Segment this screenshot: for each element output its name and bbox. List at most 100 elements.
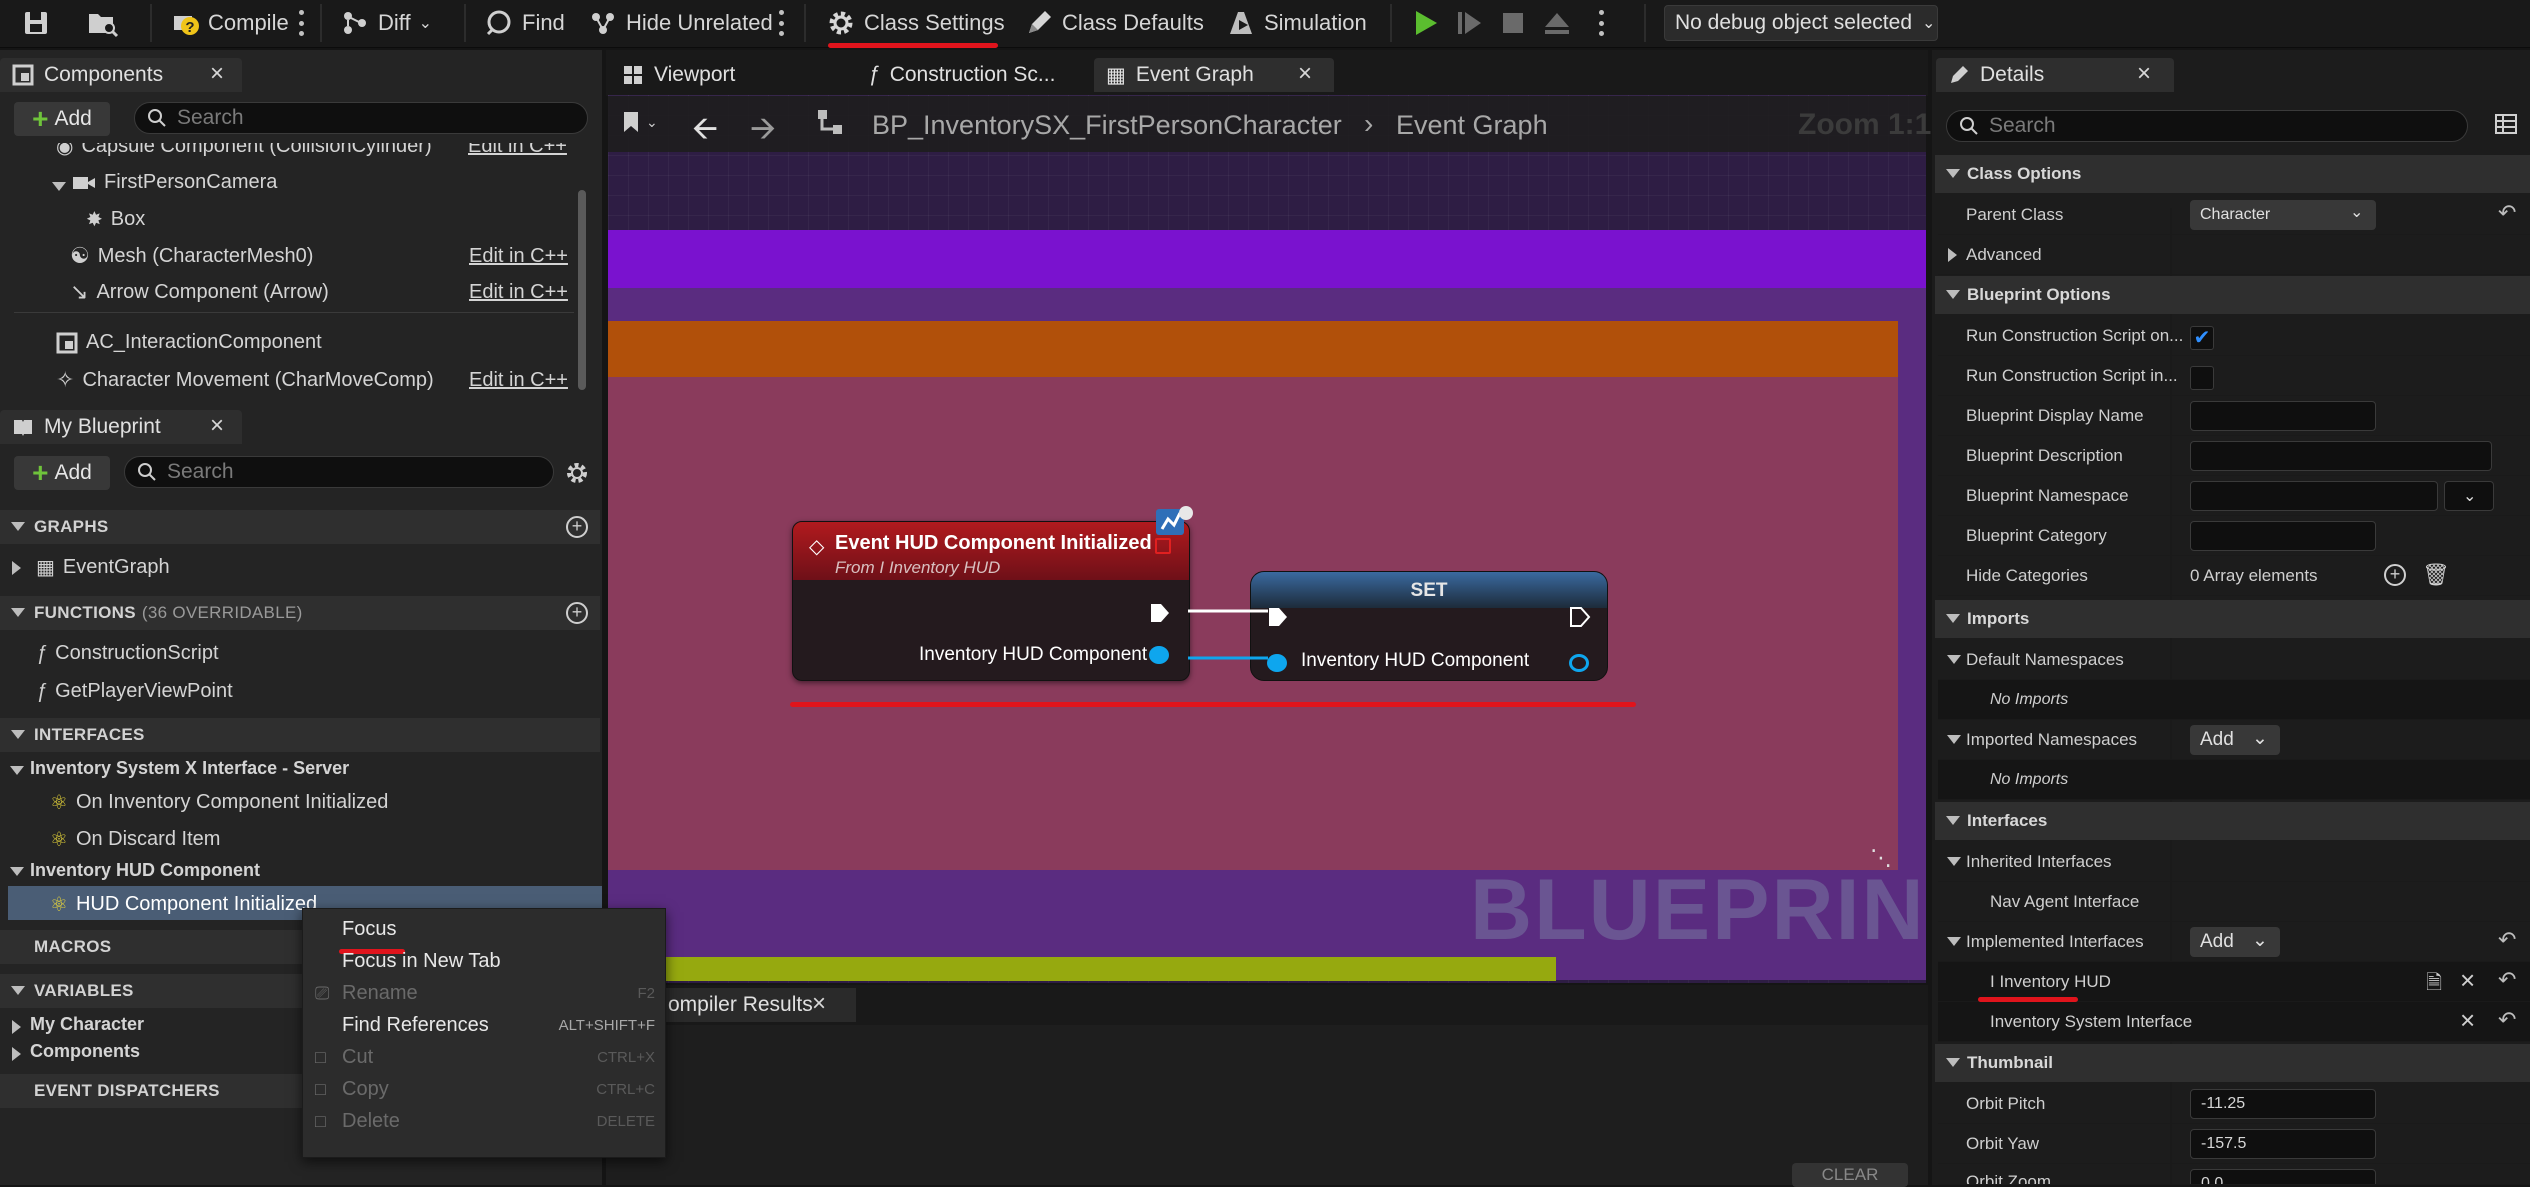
- components-scrollbar[interactable]: [578, 190, 586, 390]
- inherited-interfaces-row[interactable]: Inherited Interfaces: [1938, 842, 2530, 882]
- orbit-zoom-input[interactable]: 0.0: [2190, 1169, 2376, 1184]
- find-button[interactable]: Find: [484, 6, 565, 40]
- imported-namespaces-add-button[interactable]: Add ⌄: [2190, 725, 2280, 755]
- event-graph-canvas[interactable]: ⋱ BLUEPRINT ◇ Event HUD Component Initia…: [608, 95, 1926, 983]
- stop-icon[interactable]: [1498, 8, 1528, 38]
- diff-button[interactable]: Diff ⌄: [340, 6, 432, 40]
- edit-in-cpp-link[interactable]: Edit in C++: [468, 143, 567, 158]
- my-blueprint-add-button[interactable]: + Add: [14, 456, 110, 490]
- set-node[interactable]: SET Inventory HUD Component: [1250, 571, 1608, 681]
- step-icon[interactable]: [1454, 8, 1484, 38]
- component-row-camera[interactable]: FirstPersonCamera: [72, 171, 277, 194]
- variable-group[interactable]: My Character: [30, 1014, 144, 1035]
- collapse-arrow-icon[interactable]: [1947, 735, 1961, 744]
- collapse-arrow-icon[interactable]: [10, 766, 24, 775]
- components-tab[interactable]: Components: [0, 58, 242, 92]
- imports-header[interactable]: Imports: [1935, 600, 2530, 638]
- my-blueprint-tab[interactable]: My Blueprint: [0, 410, 242, 444]
- interface-item[interactable]: ⚛ On Discard Item: [50, 827, 220, 852]
- play-icon[interactable]: [1410, 8, 1440, 38]
- function-item[interactable]: ƒ ConstructionScript: [36, 642, 219, 665]
- menu-item-delete[interactable]: □ Delete DELETE: [303, 1105, 667, 1137]
- add-element-icon[interactable]: +: [2384, 564, 2406, 586]
- thumbnail-header[interactable]: Thumbnail: [1935, 1044, 2530, 1082]
- tab-close-icon[interactable]: ×: [1298, 60, 1312, 88]
- variable-group[interactable]: Components: [30, 1041, 140, 1062]
- expand-arrow-icon[interactable]: [12, 1047, 21, 1061]
- exec-out-pin[interactable]: [1149, 602, 1171, 624]
- reset-arrow-icon[interactable]: ↶: [2498, 967, 2516, 993]
- comment-box-purple-header[interactable]: [608, 230, 1926, 288]
- class-settings-button[interactable]: Class Settings: [826, 6, 1005, 40]
- functions-header[interactable]: FUNCTIONS (36 OVERRIDABLE): [0, 596, 600, 630]
- debug-object-dropdown[interactable]: No debug object selected ⌄: [1664, 5, 1938, 41]
- reset-arrow-icon[interactable]: ↶: [2498, 927, 2516, 953]
- exec-out-pin[interactable]: [1569, 606, 1591, 628]
- interfaces-section-header[interactable]: Interfaces: [1935, 802, 2530, 840]
- remove-interface-icon[interactable]: ×: [2460, 1005, 2475, 1036]
- breadcrumb-graph[interactable]: Event Graph: [1396, 110, 1548, 141]
- components-add-button[interactable]: + Add: [14, 102, 110, 136]
- forward-arrow-icon[interactable]: 🡪: [750, 106, 776, 160]
- interface-group-hud[interactable]: Inventory HUD Component: [30, 860, 260, 881]
- advanced-row[interactable]: Advanced: [1938, 235, 2530, 275]
- trash-icon[interactable]: 🗑: [2422, 562, 2450, 588]
- expand-arrow-icon[interactable]: [12, 561, 21, 575]
- collapse-arrow-icon[interactable]: [1947, 937, 1961, 946]
- edit-in-cpp-link[interactable]: Edit in C++: [469, 245, 568, 268]
- interface-item[interactable]: ⚛ On Inventory Component Initialized: [50, 790, 388, 815]
- browse-button[interactable]: [86, 6, 120, 40]
- hide-unrelated-button[interactable]: Hide Unrelated: [588, 6, 773, 40]
- function-item[interactable]: ƒ GetPlayerViewPoint: [36, 680, 233, 703]
- comment-box-orange-header[interactable]: [608, 321, 1898, 377]
- blueprint-options-header[interactable]: Blueprint Options: [1935, 276, 2530, 314]
- component-row-box[interactable]: ✸ Box: [86, 207, 145, 232]
- save-button[interactable]: [22, 6, 50, 40]
- component-row-movement[interactable]: ✧ Character Movement (CharMoveComp) Edit…: [56, 367, 576, 393]
- bp-display-name-input[interactable]: [2190, 401, 2376, 431]
- simulation-button[interactable]: Simulation: [1226, 6, 1367, 40]
- play-options-button[interactable]: [1598, 10, 1604, 36]
- details-search-input[interactable]: Search: [1946, 110, 2468, 142]
- tab-construction-script[interactable]: ƒ Construction Sc...: [856, 58, 1067, 92]
- orbit-yaw-input[interactable]: -157.5: [2190, 1129, 2376, 1159]
- compiler-results-close-icon[interactable]: ×: [812, 990, 826, 1018]
- run-cs-in-checkbox[interactable]: [2190, 366, 2214, 390]
- back-arrow-icon[interactable]: 🡨: [692, 106, 718, 160]
- menu-item-focus-new-tab[interactable]: Focus in New Tab: [303, 945, 667, 977]
- menu-item-copy[interactable]: □ Copy CTRL+C: [303, 1073, 667, 1105]
- bp-description-input[interactable]: [2190, 441, 2492, 471]
- details-view-options-button[interactable]: [2494, 112, 2518, 136]
- bookmark-button[interactable]: ⌄: [622, 110, 658, 134]
- reset-arrow-icon[interactable]: ↶: [2498, 200, 2516, 226]
- component-row-arrow[interactable]: ↘ Arrow Component (Arrow) Edit in C++: [70, 279, 576, 305]
- reset-arrow-icon[interactable]: ↶: [2498, 1007, 2516, 1033]
- edit-in-cpp-link[interactable]: Edit in C++: [469, 281, 568, 304]
- graph-options-button[interactable]: [778, 10, 784, 36]
- bp-namespace-input[interactable]: [2190, 481, 2438, 511]
- parent-class-dropdown[interactable]: Character ⌄: [2190, 200, 2376, 230]
- add-function-icon[interactable]: +: [566, 602, 588, 624]
- run-cs-on-checkbox[interactable]: ✔: [2190, 326, 2214, 350]
- menu-item-find-references[interactable]: Find References ALT+SHIFT+F: [303, 1009, 667, 1041]
- interfaces-header[interactable]: INTERFACES: [0, 718, 600, 752]
- clear-button[interactable]: CLEAR: [1792, 1163, 1908, 1187]
- comment-box-yellow-header[interactable]: [608, 957, 1556, 981]
- event-graph-item[interactable]: ▦ EventGraph: [36, 555, 170, 580]
- class-options-header[interactable]: Class Options: [1935, 155, 2530, 193]
- collapse-arrow-icon[interactable]: [10, 867, 24, 876]
- open-interface-icon[interactable]: 🗎: [2426, 968, 2442, 1002]
- compile-options-button[interactable]: [298, 10, 304, 36]
- components-close-icon[interactable]: ×: [210, 60, 224, 88]
- event-node[interactable]: ◇ Event HUD Component Initialized From I…: [792, 521, 1190, 681]
- component-row-mesh[interactable]: ☯ Mesh (CharacterMesh0) Edit in C++: [70, 243, 576, 269]
- implemented-interfaces-add-button[interactable]: Add ⌄: [2190, 927, 2280, 957]
- components-search-input[interactable]: Search: [134, 102, 588, 134]
- interface-group-server[interactable]: Inventory System X Interface - Server: [30, 758, 349, 779]
- menu-item-rename[interactable]: ⎚ Rename F2: [303, 977, 667, 1009]
- graphs-header[interactable]: GRAPHS: [0, 510, 600, 544]
- bp-category-input[interactable]: [2190, 521, 2376, 551]
- expand-arrow-icon[interactable]: [12, 1020, 21, 1034]
- my-blueprint-settings-button[interactable]: [564, 460, 590, 486]
- object-out-pin[interactable]: [1149, 646, 1169, 664]
